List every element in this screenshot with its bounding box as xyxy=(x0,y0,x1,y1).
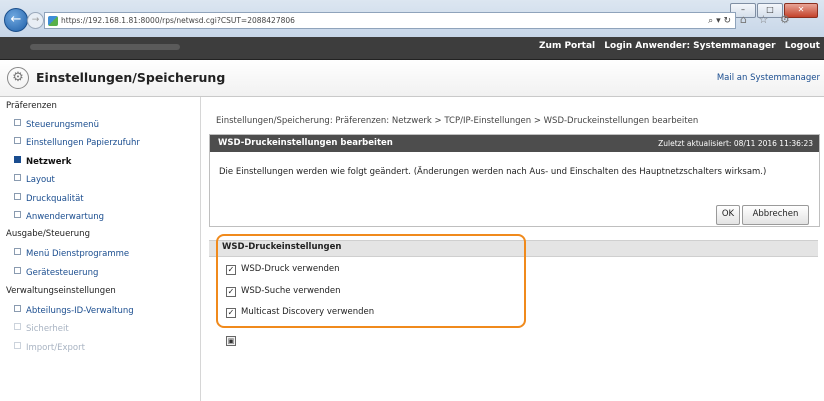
sidebar-item-label: Menü Dienstprogramme xyxy=(26,249,130,259)
device-name-blurred xyxy=(30,44,180,50)
gear-icon: ⚙ xyxy=(7,67,29,89)
mail-to-manager-link[interactable]: Mail an Systemmanager xyxy=(717,73,820,83)
panel-header: WSD-Druckeinstellungen bearbeiten Zuletz… xyxy=(210,135,819,152)
bullet-icon xyxy=(14,156,21,163)
sidebar-item-label: Import/Export xyxy=(26,343,85,353)
sidebar-item-control-menu[interactable]: Steuerungsmenü xyxy=(14,119,99,130)
portal-link[interactable]: Zum Portal xyxy=(539,41,595,51)
breadcrumb: Einstellungen/Speicherung: Präferenzen: … xyxy=(216,116,699,126)
login-user-text: Login Anwender: Systemmanager xyxy=(604,41,776,51)
sidebar-section-preferences: Präferenzen xyxy=(6,101,57,111)
sidebar-section-management-settings: Verwaltungseinstellungen xyxy=(6,286,116,296)
bullet-icon xyxy=(14,211,21,218)
panel-title: WSD-Druckeinstellungen bearbeiten xyxy=(218,138,393,148)
expand-icon[interactable]: ▣ xyxy=(226,336,236,346)
sidebar-item-network[interactable]: Netzwerk xyxy=(14,156,71,167)
bullet-icon xyxy=(14,323,21,330)
sidebar-item-print-quality[interactable]: Druckqualität xyxy=(14,193,84,204)
search-refresh-icons[interactable]: ⌕ ▾ ↻ xyxy=(708,16,731,26)
panel-message: Die Einstellungen werden wie folgt geänd… xyxy=(219,167,767,177)
sidebar-item-label: Anwenderwartung xyxy=(26,212,105,222)
home-favorites-settings-icons[interactable]: ⌂ ☆ ⚙ xyxy=(740,13,794,26)
confirm-panel: WSD-Druckeinstellungen bearbeiten Zuletz… xyxy=(209,134,820,227)
url-text[interactable]: https://192.168.1.81:8000/rps/netwsd.cgi… xyxy=(61,16,295,25)
cancel-button[interactable]: Abbrechen xyxy=(742,205,809,225)
browser-toolbar: – □ ✕ ← → https://192.168.1.81:8000/rps/… xyxy=(0,0,824,38)
sidebar-item-department-id[interactable]: Abteilungs-ID-Verwaltung xyxy=(14,305,134,316)
bullet-icon xyxy=(14,119,21,126)
sidebar-item-label: Sicherheit xyxy=(26,324,69,334)
sidebar-item-label: Steuerungsmenü xyxy=(26,120,99,130)
sidebar-item-label: Druckqualität xyxy=(26,194,84,204)
sidebar-item-import-export[interactable]: Import/Export xyxy=(14,342,85,353)
bullet-icon xyxy=(14,248,21,255)
bullet-icon xyxy=(14,193,21,200)
sidebar-item-paper-feed[interactable]: Einstellungen Papierzufuhr xyxy=(14,137,140,148)
logout-link[interactable]: Logout xyxy=(785,41,820,51)
sidebar-item-label: Abteilungs-ID-Verwaltung xyxy=(26,306,134,316)
site-favicon-icon xyxy=(48,15,58,26)
ok-button[interactable]: OK xyxy=(716,205,740,225)
bullet-icon xyxy=(14,174,21,181)
portal-bar: Zum Portal Login Anwender: Systemmanager… xyxy=(0,37,824,60)
bullet-icon xyxy=(14,137,21,144)
sidebar-item-label: Gerätesteuerung xyxy=(26,268,99,278)
sidebar-item-label: Netzwerk xyxy=(26,157,72,167)
bullet-icon xyxy=(14,305,21,312)
forward-arrow-icon[interactable]: → xyxy=(27,12,44,29)
callout-highlight-frame xyxy=(216,234,526,328)
page-header: ⚙ Einstellungen/Speicherung Mail an Syst… xyxy=(0,60,824,97)
sidebar-item-label: Einstellungen Papierzufuhr xyxy=(26,138,140,148)
last-updated-text: Zuletzt aktualisiert: 08/11 2016 11:36:2… xyxy=(658,139,813,148)
portal-links: Zum Portal Login Anwender: Systemmanager… xyxy=(533,41,820,51)
back-arrow-icon[interactable]: ← xyxy=(4,8,28,32)
sidebar-item-utility-menu[interactable]: Menü Dienstprogramme xyxy=(14,248,129,259)
sidebar-item-layout[interactable]: Layout xyxy=(14,174,55,185)
sidebar-item-security[interactable]: Sicherheit xyxy=(14,323,69,334)
bullet-icon xyxy=(14,267,21,274)
sidebar-item-device-control[interactable]: Gerätesteuerung xyxy=(14,267,98,278)
sidebar-item-label: Layout xyxy=(26,175,55,185)
sidebar: Präferenzen Steuerungsmenü Einstellungen… xyxy=(0,97,201,401)
sidebar-item-user-maintenance[interactable]: Anwenderwartung xyxy=(14,211,104,222)
page-title: Einstellungen/Speicherung xyxy=(36,70,226,85)
sidebar-section-output-control: Ausgabe/Steuerung xyxy=(6,229,90,239)
address-bar[interactable]: https://192.168.1.81:8000/rps/netwsd.cgi… xyxy=(44,12,736,29)
bullet-icon xyxy=(14,342,21,349)
